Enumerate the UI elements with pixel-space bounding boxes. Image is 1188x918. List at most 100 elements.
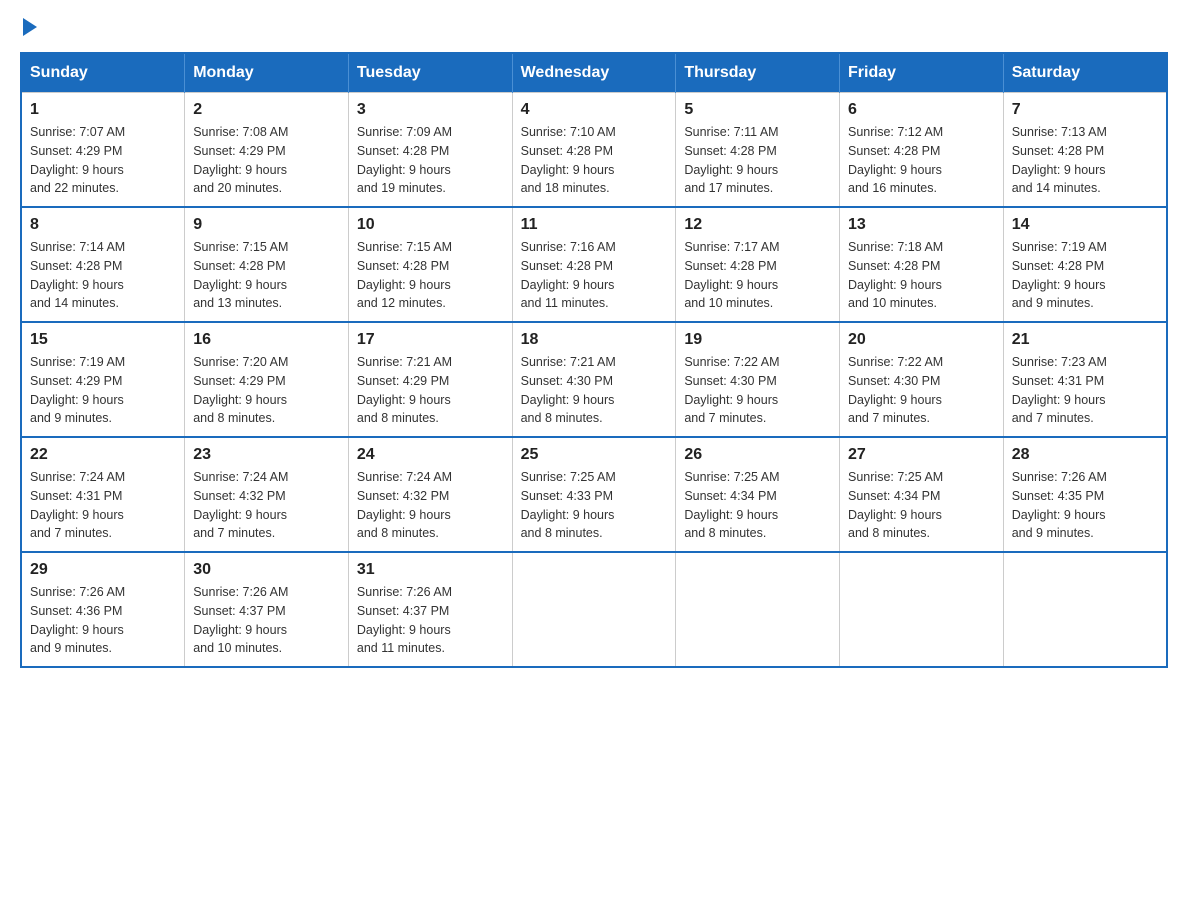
day-info: Sunrise: 7:25 AM Sunset: 4:33 PM Dayligh… bbox=[521, 468, 668, 543]
day-info: Sunrise: 7:10 AM Sunset: 4:28 PM Dayligh… bbox=[521, 123, 668, 198]
day-number: 2 bbox=[193, 101, 340, 119]
day-info: Sunrise: 7:26 AM Sunset: 4:37 PM Dayligh… bbox=[193, 583, 340, 658]
day-number: 31 bbox=[357, 561, 504, 579]
calendar-cell: 5 Sunrise: 7:11 AM Sunset: 4:28 PM Dayli… bbox=[676, 93, 840, 208]
day-info: Sunrise: 7:20 AM Sunset: 4:29 PM Dayligh… bbox=[193, 353, 340, 428]
calendar-cell: 12 Sunrise: 7:17 AM Sunset: 4:28 PM Dayl… bbox=[676, 207, 840, 322]
calendar-week-row: 29 Sunrise: 7:26 AM Sunset: 4:36 PM Dayl… bbox=[21, 552, 1167, 667]
day-number: 13 bbox=[848, 216, 995, 234]
day-info: Sunrise: 7:26 AM Sunset: 4:37 PM Dayligh… bbox=[357, 583, 504, 658]
calendar-cell: 19 Sunrise: 7:22 AM Sunset: 4:30 PM Dayl… bbox=[676, 322, 840, 437]
calendar-cell: 11 Sunrise: 7:16 AM Sunset: 4:28 PM Dayl… bbox=[512, 207, 676, 322]
weekday-header-friday: Friday bbox=[840, 53, 1004, 93]
day-number: 6 bbox=[848, 101, 995, 119]
day-info: Sunrise: 7:19 AM Sunset: 4:28 PM Dayligh… bbox=[1012, 238, 1158, 313]
day-info: Sunrise: 7:13 AM Sunset: 4:28 PM Dayligh… bbox=[1012, 123, 1158, 198]
day-info: Sunrise: 7:08 AM Sunset: 4:29 PM Dayligh… bbox=[193, 123, 340, 198]
calendar-cell: 30 Sunrise: 7:26 AM Sunset: 4:37 PM Dayl… bbox=[185, 552, 349, 667]
calendar-cell bbox=[512, 552, 676, 667]
calendar-cell bbox=[840, 552, 1004, 667]
day-number: 16 bbox=[193, 331, 340, 349]
day-number: 9 bbox=[193, 216, 340, 234]
calendar-cell: 18 Sunrise: 7:21 AM Sunset: 4:30 PM Dayl… bbox=[512, 322, 676, 437]
day-number: 22 bbox=[30, 446, 176, 464]
day-number: 1 bbox=[30, 101, 176, 119]
weekday-header-tuesday: Tuesday bbox=[348, 53, 512, 93]
day-info: Sunrise: 7:26 AM Sunset: 4:36 PM Dayligh… bbox=[30, 583, 176, 658]
day-number: 3 bbox=[357, 101, 504, 119]
logo bbox=[20, 20, 37, 32]
calendar-week-row: 1 Sunrise: 7:07 AM Sunset: 4:29 PM Dayli… bbox=[21, 93, 1167, 208]
day-number: 25 bbox=[521, 446, 668, 464]
calendar-cell: 25 Sunrise: 7:25 AM Sunset: 4:33 PM Dayl… bbox=[512, 437, 676, 552]
day-number: 14 bbox=[1012, 216, 1158, 234]
calendar-cell: 29 Sunrise: 7:26 AM Sunset: 4:36 PM Dayl… bbox=[21, 552, 185, 667]
day-info: Sunrise: 7:22 AM Sunset: 4:30 PM Dayligh… bbox=[848, 353, 995, 428]
calendar-cell bbox=[1003, 552, 1167, 667]
day-number: 8 bbox=[30, 216, 176, 234]
calendar-cell bbox=[676, 552, 840, 667]
calendar-cell: 2 Sunrise: 7:08 AM Sunset: 4:29 PM Dayli… bbox=[185, 93, 349, 208]
weekday-header-thursday: Thursday bbox=[676, 53, 840, 93]
weekday-header-row: SundayMondayTuesdayWednesdayThursdayFrid… bbox=[21, 53, 1167, 93]
day-info: Sunrise: 7:25 AM Sunset: 4:34 PM Dayligh… bbox=[684, 468, 831, 543]
day-number: 21 bbox=[1012, 331, 1158, 349]
calendar-table: SundayMondayTuesdayWednesdayThursdayFrid… bbox=[20, 52, 1168, 668]
day-number: 29 bbox=[30, 561, 176, 579]
day-info: Sunrise: 7:07 AM Sunset: 4:29 PM Dayligh… bbox=[30, 123, 176, 198]
calendar-cell: 13 Sunrise: 7:18 AM Sunset: 4:28 PM Dayl… bbox=[840, 207, 1004, 322]
day-number: 7 bbox=[1012, 101, 1158, 119]
calendar-cell: 10 Sunrise: 7:15 AM Sunset: 4:28 PM Dayl… bbox=[348, 207, 512, 322]
day-number: 18 bbox=[521, 331, 668, 349]
calendar-week-row: 15 Sunrise: 7:19 AM Sunset: 4:29 PM Dayl… bbox=[21, 322, 1167, 437]
day-number: 23 bbox=[193, 446, 340, 464]
day-info: Sunrise: 7:14 AM Sunset: 4:28 PM Dayligh… bbox=[30, 238, 176, 313]
weekday-header-saturday: Saturday bbox=[1003, 53, 1167, 93]
day-info: Sunrise: 7:09 AM Sunset: 4:28 PM Dayligh… bbox=[357, 123, 504, 198]
calendar-week-row: 22 Sunrise: 7:24 AM Sunset: 4:31 PM Dayl… bbox=[21, 437, 1167, 552]
day-number: 24 bbox=[357, 446, 504, 464]
day-number: 4 bbox=[521, 101, 668, 119]
calendar-cell: 8 Sunrise: 7:14 AM Sunset: 4:28 PM Dayli… bbox=[21, 207, 185, 322]
weekday-header-monday: Monday bbox=[185, 53, 349, 93]
calendar-cell: 15 Sunrise: 7:19 AM Sunset: 4:29 PM Dayl… bbox=[21, 322, 185, 437]
logo-triangle-icon bbox=[23, 18, 37, 36]
calendar-cell: 31 Sunrise: 7:26 AM Sunset: 4:37 PM Dayl… bbox=[348, 552, 512, 667]
day-info: Sunrise: 7:24 AM Sunset: 4:32 PM Dayligh… bbox=[193, 468, 340, 543]
day-number: 10 bbox=[357, 216, 504, 234]
calendar-cell: 24 Sunrise: 7:24 AM Sunset: 4:32 PM Dayl… bbox=[348, 437, 512, 552]
calendar-cell: 14 Sunrise: 7:19 AM Sunset: 4:28 PM Dayl… bbox=[1003, 207, 1167, 322]
day-number: 15 bbox=[30, 331, 176, 349]
day-info: Sunrise: 7:15 AM Sunset: 4:28 PM Dayligh… bbox=[357, 238, 504, 313]
calendar-cell: 9 Sunrise: 7:15 AM Sunset: 4:28 PM Dayli… bbox=[185, 207, 349, 322]
day-info: Sunrise: 7:26 AM Sunset: 4:35 PM Dayligh… bbox=[1012, 468, 1158, 543]
day-info: Sunrise: 7:16 AM Sunset: 4:28 PM Dayligh… bbox=[521, 238, 668, 313]
day-number: 27 bbox=[848, 446, 995, 464]
calendar-cell: 21 Sunrise: 7:23 AM Sunset: 4:31 PM Dayl… bbox=[1003, 322, 1167, 437]
calendar-cell: 4 Sunrise: 7:10 AM Sunset: 4:28 PM Dayli… bbox=[512, 93, 676, 208]
calendar-cell: 28 Sunrise: 7:26 AM Sunset: 4:35 PM Dayl… bbox=[1003, 437, 1167, 552]
day-info: Sunrise: 7:23 AM Sunset: 4:31 PM Dayligh… bbox=[1012, 353, 1158, 428]
weekday-header-wednesday: Wednesday bbox=[512, 53, 676, 93]
day-number: 11 bbox=[521, 216, 668, 234]
day-number: 30 bbox=[193, 561, 340, 579]
day-info: Sunrise: 7:21 AM Sunset: 4:29 PM Dayligh… bbox=[357, 353, 504, 428]
calendar-cell: 16 Sunrise: 7:20 AM Sunset: 4:29 PM Dayl… bbox=[185, 322, 349, 437]
calendar-cell: 22 Sunrise: 7:24 AM Sunset: 4:31 PM Dayl… bbox=[21, 437, 185, 552]
day-info: Sunrise: 7:22 AM Sunset: 4:30 PM Dayligh… bbox=[684, 353, 831, 428]
calendar-cell: 27 Sunrise: 7:25 AM Sunset: 4:34 PM Dayl… bbox=[840, 437, 1004, 552]
day-info: Sunrise: 7:24 AM Sunset: 4:32 PM Dayligh… bbox=[357, 468, 504, 543]
day-info: Sunrise: 7:12 AM Sunset: 4:28 PM Dayligh… bbox=[848, 123, 995, 198]
calendar-cell: 20 Sunrise: 7:22 AM Sunset: 4:30 PM Dayl… bbox=[840, 322, 1004, 437]
day-number: 26 bbox=[684, 446, 831, 464]
calendar-cell: 1 Sunrise: 7:07 AM Sunset: 4:29 PM Dayli… bbox=[21, 93, 185, 208]
weekday-header-sunday: Sunday bbox=[21, 53, 185, 93]
day-number: 17 bbox=[357, 331, 504, 349]
calendar-cell: 17 Sunrise: 7:21 AM Sunset: 4:29 PM Dayl… bbox=[348, 322, 512, 437]
calendar-cell: 6 Sunrise: 7:12 AM Sunset: 4:28 PM Dayli… bbox=[840, 93, 1004, 208]
calendar-cell: 26 Sunrise: 7:25 AM Sunset: 4:34 PM Dayl… bbox=[676, 437, 840, 552]
day-number: 20 bbox=[848, 331, 995, 349]
day-number: 12 bbox=[684, 216, 831, 234]
calendar-cell: 23 Sunrise: 7:24 AM Sunset: 4:32 PM Dayl… bbox=[185, 437, 349, 552]
day-info: Sunrise: 7:11 AM Sunset: 4:28 PM Dayligh… bbox=[684, 123, 831, 198]
